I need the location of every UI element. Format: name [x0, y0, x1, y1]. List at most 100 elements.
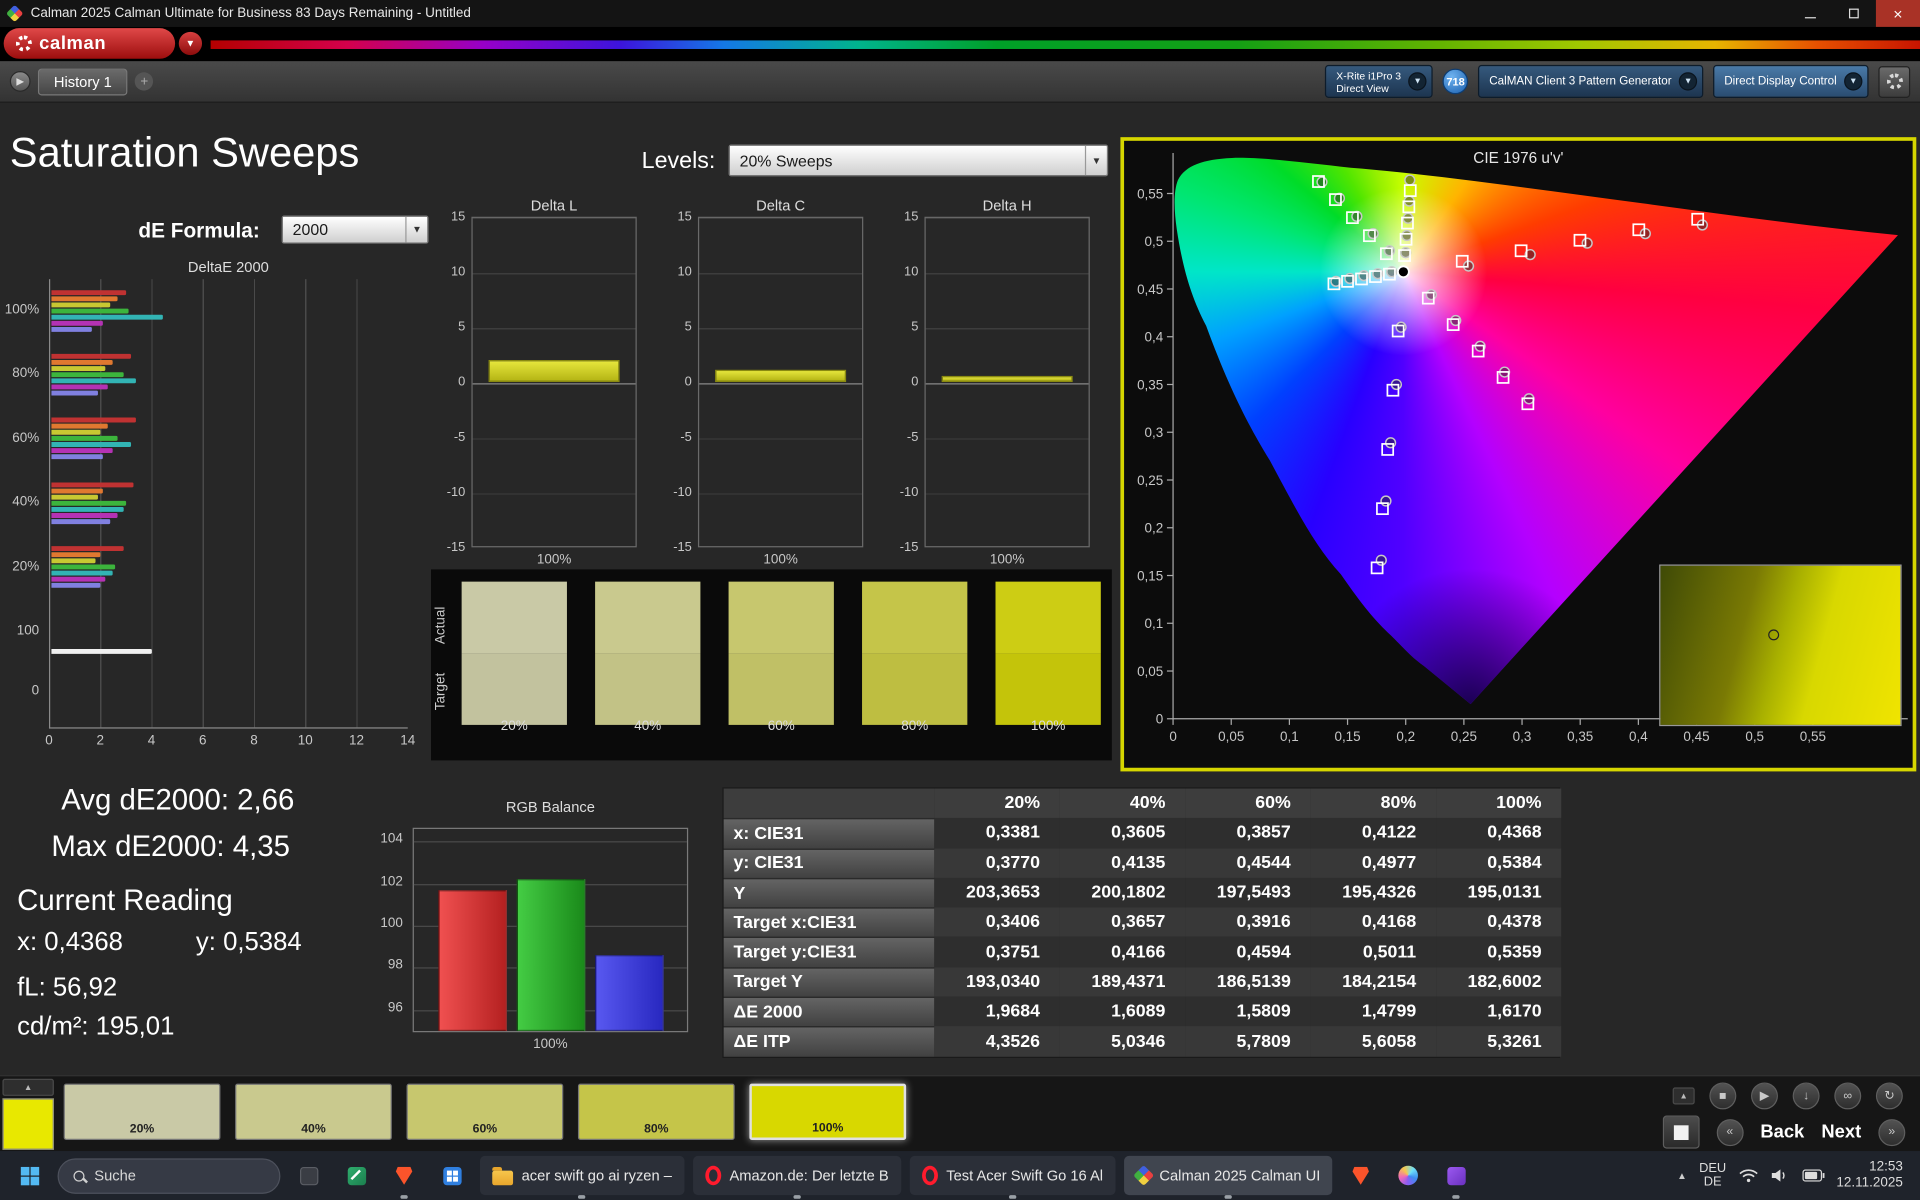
meter-status-badge[interactable]: 718: [1443, 69, 1469, 95]
back-button[interactable]: Back: [1760, 1122, 1804, 1143]
taskbar-app-label: Calman 2025 Calman UI: [1159, 1167, 1320, 1184]
cie-zoom-inset: [1659, 564, 1901, 726]
tray-overflow-chevron[interactable]: ▲: [1677, 1170, 1687, 1181]
avg-de2000: Avg dE2000: 2,66: [61, 784, 294, 818]
refresh-button[interactable]: ↻: [1876, 1082, 1903, 1109]
back-chevron-button[interactable]: «: [1716, 1119, 1743, 1146]
table-cell: 1,5809: [1185, 997, 1310, 1027]
maximize-button[interactable]: [1832, 0, 1876, 27]
taskbar-app-dark[interactable]: [289, 1156, 328, 1195]
delta-l-title: Delta L: [471, 197, 636, 217]
next-chevron-button[interactable]: »: [1878, 1119, 1905, 1146]
rgb-y-tick: 104: [371, 832, 403, 847]
taskbar-app[interactable]: Amazon.de: Der letzte B: [693, 1156, 901, 1195]
taskbar-app-brave2[interactable]: [1341, 1156, 1380, 1195]
measurement-table: 20%40%60%80%100%x: CIE310,33810,36050,38…: [722, 787, 1560, 1057]
actual-swatch: [462, 582, 567, 654]
purple-app-icon: [1447, 1166, 1465, 1184]
levels-select[interactable]: 20% Sweeps ▼: [729, 144, 1109, 176]
delta-c-chart: Delta C 151050-5-10-15 100%: [671, 197, 879, 567]
controls-up-chevron[interactable]: ▲: [1673, 1087, 1695, 1104]
table-cell: 0,4166: [1060, 937, 1185, 967]
volume-icon[interactable]: [1770, 1168, 1790, 1183]
battery-icon[interactable]: [1802, 1169, 1824, 1181]
table-cell: 0,5011: [1310, 937, 1435, 967]
table-row-label: ΔE 2000: [724, 997, 935, 1027]
table-cell: 195,0131: [1436, 878, 1561, 908]
deltae-bar: [51, 436, 118, 441]
pattern-level-swatch[interactable]: 80%: [578, 1084, 735, 1140]
target-swatch: [595, 653, 700, 725]
clock[interactable]: 12:5312.11.2025: [1836, 1160, 1902, 1192]
stop-button[interactable]: ■: [1709, 1082, 1736, 1109]
language-indicator[interactable]: DEUDE: [1699, 1162, 1726, 1189]
taskbar-app-brave[interactable]: [384, 1156, 423, 1195]
rgb-y-tick: 96: [371, 1000, 403, 1015]
taskbar-app-editor[interactable]: [337, 1156, 376, 1195]
deltae-bar: [51, 513, 118, 518]
taskbar-app-copilot[interactable]: [1389, 1156, 1428, 1195]
deltae-x-tick: 10: [291, 733, 320, 748]
logo-menu-chevron[interactable]: ▼: [179, 32, 202, 55]
deltae-y-tick: 20%: [0, 559, 39, 574]
refresh-icon: ↻: [1884, 1089, 1894, 1102]
delta-y-tick: -15: [443, 540, 465, 555]
close-button[interactable]: ×: [1876, 0, 1920, 27]
saturation-swatch: [862, 582, 967, 725]
pattern-level-swatch[interactable]: 100%: [749, 1084, 906, 1140]
de-formula-select[interactable]: 2000 ▼: [282, 216, 429, 244]
pattern-level-swatch[interactable]: 20%: [64, 1084, 221, 1140]
minimize-button[interactable]: [1788, 0, 1832, 27]
display-control-dropdown[interactable]: Direct Display Control ▼: [1713, 65, 1868, 98]
current-y: y: 0,5384: [196, 928, 302, 957]
wifi-icon[interactable]: [1738, 1168, 1758, 1183]
taskbar-app[interactable]: Calman 2025 Calman UI: [1124, 1156, 1333, 1195]
chevron-down-icon[interactable]: ▼: [1679, 72, 1697, 90]
table-header-cell: 80%: [1310, 789, 1435, 819]
table-cell: 0,3657: [1060, 908, 1185, 938]
rgb-balance-chart: [413, 828, 689, 1032]
chevron-down-icon[interactable]: ▼: [1844, 72, 1862, 90]
rgb-y-tick: 102: [371, 874, 403, 889]
table-header-cell: 100%: [1436, 789, 1561, 819]
table-header-cell: 60%: [1185, 789, 1310, 819]
target-swatch: [462, 653, 567, 725]
target-swatch: [996, 653, 1101, 725]
toolbar: ▶ History 1 + X-Rite i1Pro 3 Direct View…: [0, 61, 1920, 103]
play-button[interactable]: ▶: [1751, 1082, 1778, 1109]
deltae-bar: [51, 290, 125, 295]
pattern-generator-dropdown[interactable]: CalMAN Client 3 Pattern Generator ▼: [1478, 65, 1703, 98]
table-row-label: Target y:CIE31: [724, 937, 935, 967]
pattern-level-swatch[interactable]: 40%: [235, 1084, 392, 1140]
taskbar-search[interactable]: Suche: [58, 1158, 281, 1194]
search-icon: [73, 1170, 84, 1181]
table-cell: 1,9684: [934, 997, 1059, 1027]
pattern-window-button[interactable]: [1662, 1116, 1699, 1149]
next-button[interactable]: Next: [1821, 1122, 1861, 1143]
pattern-level-swatch[interactable]: 60%: [407, 1084, 564, 1140]
deltae-bar: [51, 577, 105, 582]
taskbar-app[interactable]: acer swift go ai ryzen –: [480, 1156, 684, 1195]
start-button[interactable]: [10, 1156, 49, 1195]
swatch-label: 100%: [996, 719, 1101, 734]
current-pattern-swatch[interactable]: [2, 1098, 53, 1149]
save-button[interactable]: ↓: [1793, 1082, 1820, 1109]
taskbar-app[interactable]: Test Acer Swift Go 16 Al: [910, 1156, 1116, 1195]
tab-history-1[interactable]: History 1: [38, 68, 128, 95]
svg-text:0,05: 0,05: [1218, 729, 1244, 744]
taskbar-app-store[interactable]: [432, 1156, 471, 1195]
nav-prev-button[interactable]: ▶: [10, 71, 31, 92]
calman-logo[interactable]: calman: [4, 28, 175, 59]
settings-button[interactable]: [1878, 66, 1910, 98]
meter-dropdown[interactable]: X-Rite i1Pro 3 Direct View ▼: [1325, 65, 1433, 98]
table-cell: 0,4368: [1436, 818, 1561, 848]
pattern-level-label: 60%: [473, 1123, 498, 1139]
delta-y-tick: -10: [896, 485, 918, 500]
svg-text:0,45: 0,45: [1683, 729, 1709, 744]
taskbar-app-purple[interactable]: [1437, 1156, 1476, 1195]
loop-button[interactable]: ∞: [1834, 1082, 1861, 1109]
pattern-bar-up-chevron[interactable]: ▲: [2, 1079, 53, 1096]
chevron-down-icon[interactable]: ▼: [1408, 72, 1426, 90]
add-tab-button[interactable]: +: [135, 72, 153, 90]
svg-text:0,05: 0,05: [1137, 664, 1163, 679]
